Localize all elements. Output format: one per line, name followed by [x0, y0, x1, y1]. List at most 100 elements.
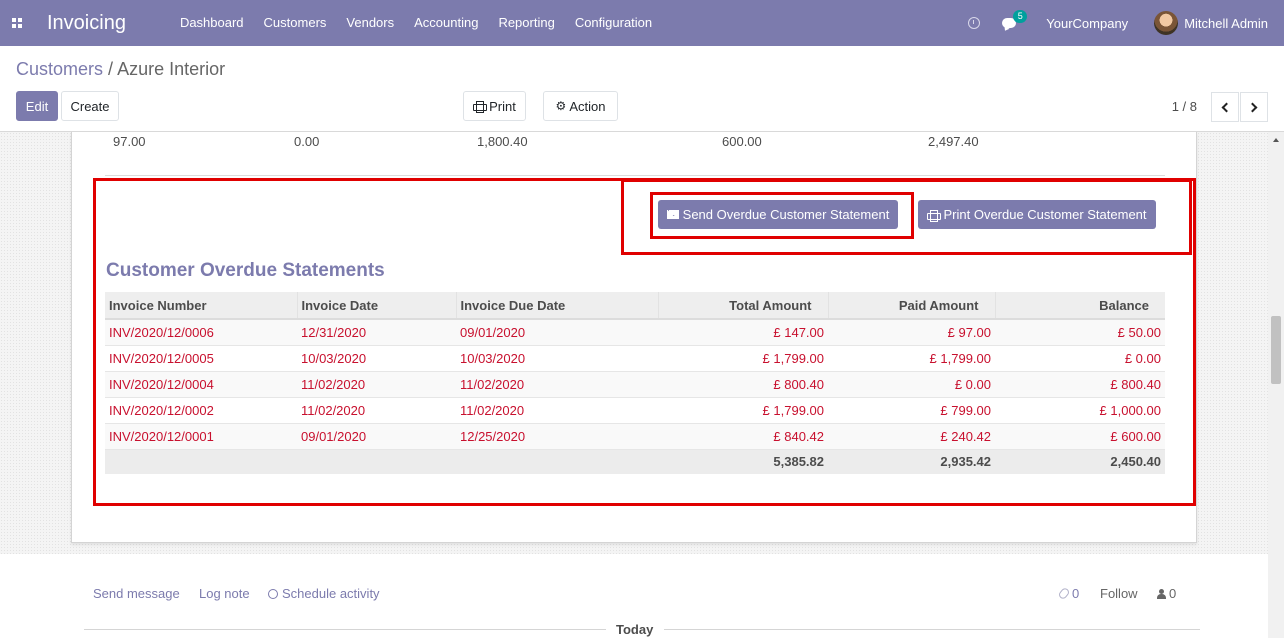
- invoice-number-cell: INV/2020/12/0001: [105, 422, 297, 449]
- invoice-date-cell: 12/31/2020: [297, 318, 456, 345]
- chat-count-badge: 5: [1013, 10, 1028, 23]
- navbar-systray: 5 YourCompany Mitchell Admin: [968, 0, 1268, 46]
- scrollbar[interactable]: [1268, 132, 1284, 638]
- invoice-totals-row: 97.00 0.00 1,800.40 600.00 2,497.40: [72, 134, 1196, 152]
- clock-icon: [268, 589, 278, 599]
- empty-cell: [456, 448, 658, 474]
- print-icon: [473, 101, 488, 113]
- column-header[interactable]: Total Amount: [658, 292, 829, 320]
- due-date-cell: 10/03/2020: [456, 344, 658, 371]
- send-message-button[interactable]: Send message: [93, 586, 180, 601]
- invoice-date-cell: 09/01/2020: [297, 422, 456, 449]
- pager-next-button[interactable]: [1240, 92, 1268, 122]
- top-navbar: Invoicing Dashboard Customers Vendors Ac…: [0, 0, 1284, 46]
- action-label: Action: [569, 98, 606, 114]
- scrollbar-thumb[interactable]: [1271, 316, 1281, 384]
- total-amount-cell: £ 1,799.00: [658, 396, 828, 423]
- breadcrumb-customers[interactable]: Customers: [16, 59, 103, 79]
- attachments-count: 0: [1072, 586, 1080, 601]
- apps-menu-icon[interactable]: [0, 0, 34, 46]
- followers-count: 0: [1169, 586, 1177, 601]
- totals-value: 0.00: [294, 134, 320, 149]
- paid-amount-cell: £ 799.00: [828, 396, 995, 423]
- menu-item-accounting[interactable]: Accounting: [404, 0, 488, 46]
- action-dropdown-button[interactable]: ⚙ Action: [543, 91, 618, 121]
- column-header[interactable]: Invoice Due Date: [456, 292, 659, 320]
- column-header[interactable]: Invoice Number: [105, 292, 298, 320]
- log-note-button[interactable]: Log note: [199, 586, 250, 601]
- schedule-activity-label: Schedule activity: [282, 586, 380, 601]
- send-overdue-statement-button[interactable]: Send Overdue Customer Statement: [658, 200, 898, 229]
- overdue-statement-table: Invoice Number Invoice Date Invoice Due …: [105, 292, 1165, 474]
- due-date-cell: 09/01/2020: [456, 318, 658, 345]
- user-menu[interactable]: Mitchell Admin: [1184, 16, 1268, 31]
- menu-item-reporting[interactable]: Reporting: [488, 0, 564, 46]
- totals-value: 97.00: [113, 134, 146, 149]
- today-separator-label: Today: [616, 622, 654, 637]
- activity-clock-icon[interactable]: [968, 17, 981, 29]
- invoice-number-cell: INV/2020/12/0005: [105, 344, 297, 371]
- empty-cell: [297, 448, 456, 474]
- balance-sum: 2,450.40: [995, 448, 1165, 474]
- total-amount-cell: £ 1,799.00: [658, 344, 828, 371]
- divider: [84, 629, 606, 630]
- user-icon: [1157, 589, 1166, 599]
- total-amount-cell: £ 800.40: [658, 370, 828, 397]
- due-date-cell: 12/25/2020: [456, 422, 658, 449]
- print-overdue-label: Print Overdue Customer Statement: [943, 207, 1147, 222]
- attachments-button[interactable]: 0: [1057, 586, 1080, 601]
- breadcrumb-separator: /: [108, 59, 114, 79]
- balance-cell: £ 600.00: [995, 422, 1165, 449]
- divider: [664, 629, 1200, 630]
- print-dropdown-button[interactable]: Print: [463, 91, 526, 121]
- paid-amount-cell: £ 240.42: [828, 422, 995, 449]
- pager-previous-button[interactable]: [1211, 92, 1239, 122]
- breadcrumb: Customers / Azure Interior: [16, 59, 225, 80]
- totals-value: 2,497.40: [928, 134, 979, 149]
- invoice-date-cell: 10/03/2020: [297, 344, 456, 371]
- balance-cell: £ 800.40: [995, 370, 1165, 397]
- divider: [105, 175, 1165, 176]
- table-row[interactable]: INV/2020/12/0004 11/02/2020 11/02/2020 £…: [105, 370, 1165, 397]
- table-row[interactable]: INV/2020/12/0005 10/03/2020 10/03/2020 £…: [105, 344, 1165, 371]
- table-total-row: 5,385.82 2,935.42 2,450.40: [105, 448, 1165, 474]
- print-icon: [927, 209, 942, 222]
- print-overdue-statement-button[interactable]: Print Overdue Customer Statement: [918, 200, 1156, 229]
- followers-button[interactable]: 0: [1157, 586, 1176, 601]
- column-header[interactable]: Invoice Date: [297, 292, 457, 320]
- create-button[interactable]: Create: [61, 91, 119, 121]
- balance-cell: £ 0.00: [995, 344, 1165, 371]
- due-date-cell: 11/02/2020: [456, 396, 658, 423]
- column-header[interactable]: Balance: [995, 292, 1165, 320]
- app-name[interactable]: Invoicing: [47, 12, 126, 35]
- print-label: Print: [489, 98, 516, 114]
- table-row[interactable]: INV/2020/12/0001 09/01/2020 12/25/2020 £…: [105, 422, 1165, 449]
- paperclip-icon: [1057, 586, 1071, 601]
- company-switcher[interactable]: YourCompany: [1046, 16, 1128, 31]
- table-header-row: Invoice Number Invoice Date Invoice Due …: [105, 292, 1165, 320]
- send-overdue-label: Send Overdue Customer Statement: [682, 207, 890, 222]
- chat-icon[interactable]: 5: [1002, 10, 1028, 28]
- table-row[interactable]: INV/2020/12/0002 11/02/2020 11/02/2020 £…: [105, 396, 1165, 423]
- column-header[interactable]: Paid Amount: [828, 292, 996, 320]
- schedule-activity-button[interactable]: Schedule activity: [268, 586, 380, 601]
- gear-icon: ⚙: [555, 99, 567, 113]
- total-amount-sum: 5,385.82: [658, 448, 828, 474]
- invoice-number-cell: INV/2020/12/0004: [105, 370, 297, 397]
- paid-amount-cell: £ 97.00: [828, 318, 995, 345]
- invoice-date-cell: 11/02/2020: [297, 396, 456, 423]
- chatter: Send message Log note Schedule activity …: [0, 554, 1284, 638]
- follow-button[interactable]: Follow: [1100, 586, 1138, 601]
- menu-item-configuration[interactable]: Configuration: [565, 0, 662, 46]
- chevron-right-icon: [1247, 102, 1258, 112]
- menu-item-vendors[interactable]: Vendors: [336, 0, 404, 46]
- user-avatar[interactable]: [1154, 11, 1179, 35]
- scroll-up-arrow-icon[interactable]: [1273, 138, 1279, 142]
- table-row[interactable]: INV/2020/12/0006 12/31/2020 09/01/2020 £…: [105, 318, 1165, 345]
- total-amount-cell: £ 147.00: [658, 318, 828, 345]
- form-sheet: 97.00 0.00 1,800.40 600.00 2,497.40 Send…: [71, 132, 1197, 543]
- edit-button[interactable]: Edit: [16, 91, 58, 121]
- menu-item-customers[interactable]: Customers: [254, 0, 337, 46]
- pager-value[interactable]: 1 / 8: [1172, 99, 1197, 114]
- menu-item-dashboard[interactable]: Dashboard: [170, 0, 254, 46]
